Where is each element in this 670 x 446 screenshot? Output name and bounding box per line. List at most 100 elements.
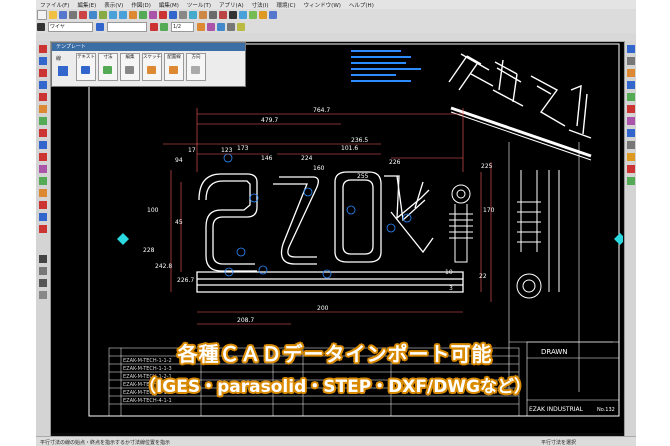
menu-apps[interactable]: アプリ(A) [215,1,248,9]
dim-label: 146 [261,155,273,162]
dialog-text-button[interactable]: テキスト [76,53,96,81]
new-file-icon[interactable] [37,10,47,20]
view-iso-icon[interactable] [627,81,635,89]
parts-row: EZAK-M-TECH-4-1-1 [123,398,172,404]
sheet-marker-right [614,233,623,245]
menu-dimension[interactable]: 寸法(I) [248,1,273,9]
dialog-dimension-button[interactable]: 寸法 [98,53,118,81]
zoom-out-icon[interactable] [627,105,635,113]
scale-tool-icon[interactable] [39,225,47,233]
detail-icon[interactable] [627,177,635,185]
menu-settings[interactable]: 環境(C) [273,1,300,9]
extend-tool-icon[interactable] [39,165,47,173]
dim-label: 226 [389,159,401,166]
mode-select[interactable]: ワイヤ [48,22,93,32]
property-panel-icon[interactable] [39,267,47,275]
cut-icon[interactable] [79,11,87,19]
dialog-placement-button[interactable]: 配置線 [164,53,184,81]
paste-icon[interactable] [99,11,107,19]
menu-help[interactable]: ヘルプ(H) [345,1,378,9]
menu-draw[interactable]: 作図(D) [127,1,155,9]
zoom-in-icon[interactable] [627,93,635,101]
refresh-icon[interactable] [239,11,247,19]
edit-tool-icon [125,66,134,74]
offset-tool-icon[interactable] [39,177,47,185]
copy-icon[interactable] [89,11,97,19]
mirror-tool-icon[interactable] [39,189,47,197]
text-icon[interactable] [207,23,215,31]
redraw-icon[interactable] [627,129,635,137]
dialog-direction-button[interactable]: 方向 [186,53,206,81]
save-icon[interactable] [59,11,67,19]
ellipse-tool-icon[interactable] [39,105,47,113]
layer-select[interactable] [107,22,147,32]
dim-label: 226.7 [177,277,194,284]
zoom-icon[interactable] [129,11,137,19]
menu-edit[interactable]: 編集(E) [73,1,100,9]
chamfer-tool-icon[interactable] [39,141,47,149]
help-icon[interactable] [269,11,277,19]
width-icon[interactable] [160,23,168,31]
delete-icon[interactable] [219,11,227,19]
grid-panel-icon[interactable] [39,291,47,299]
dim-label: 764.7 [313,107,330,114]
scale-select[interactable]: 1/2 [171,22,194,32]
dim-label: 94 [175,157,183,164]
dialog-sketch-button[interactable]: スケッチ [142,53,162,81]
sketch-tool-icon [147,66,156,74]
render-icon[interactable] [249,11,257,19]
dim-label: 208.7 [237,317,254,324]
grid-icon[interactable] [179,11,187,19]
menu-tools[interactable]: ツール(T) [183,1,215,9]
settings-icon[interactable] [259,11,267,19]
layer-panel-icon[interactable] [39,255,47,263]
dimension-icon[interactable] [217,23,225,31]
fillet-tool-icon[interactable] [39,129,47,137]
dim-label: 479.7 [261,117,278,124]
dim-label: 224 [301,155,313,162]
measure-distance-icon[interactable] [627,141,635,149]
dialog-edit-button[interactable]: 編集 [120,53,140,81]
arc-icon[interactable] [227,23,235,31]
company-name: EZAK INDUSTRIAL [529,406,584,413]
menu-window[interactable]: ウィンドウ(W) [300,1,345,9]
layer-indicator-icon[interactable] [37,23,45,31]
open-folder-icon[interactable] [49,11,57,19]
line-icon[interactable] [159,11,167,19]
status-mode: 平行寸法を選択 [540,439,576,446]
menu-file[interactable]: ファイル(F) [36,1,73,9]
arc-tool-icon[interactable] [39,93,47,101]
polyline-icon[interactable] [237,23,245,31]
zoom-fit-icon[interactable] [627,117,635,125]
move-tool-icon[interactable] [39,201,47,209]
annotation-icon[interactable] [627,153,635,161]
view-side-icon[interactable] [627,69,635,77]
measure-icon[interactable] [199,11,207,19]
view-top-icon[interactable] [627,45,635,53]
view-front-icon[interactable] [627,57,635,65]
undo-icon[interactable] [109,11,117,19]
snap-panel-icon[interactable] [39,279,47,287]
rotate-tool-icon[interactable] [39,213,47,221]
circle-icon[interactable] [169,11,177,19]
section-icon[interactable] [627,165,635,173]
hatch-icon[interactable] [197,23,205,31]
redo-icon[interactable] [119,11,127,19]
snap-icon[interactable] [189,11,197,19]
spline-tool-icon[interactable] [39,117,47,125]
rectangle-tool-icon[interactable] [39,69,47,77]
pan-icon[interactable] [139,11,147,19]
display-icon[interactable] [229,11,237,19]
circle-tool-icon[interactable] [39,81,47,89]
property-icon[interactable] [209,11,217,19]
print-icon[interactable] [69,11,77,19]
line-style-icon[interactable] [58,66,68,76]
menu-modify[interactable]: 編集(M) [155,1,183,9]
layer-icon[interactable] [149,11,157,19]
polyline-tool-icon[interactable] [39,57,47,65]
line-type-icon[interactable] [96,23,104,31]
menu-view[interactable]: 表示(V) [100,1,127,9]
color-icon[interactable] [150,23,158,31]
trim-tool-icon[interactable] [39,153,47,161]
line-tool-icon[interactable] [39,45,47,53]
